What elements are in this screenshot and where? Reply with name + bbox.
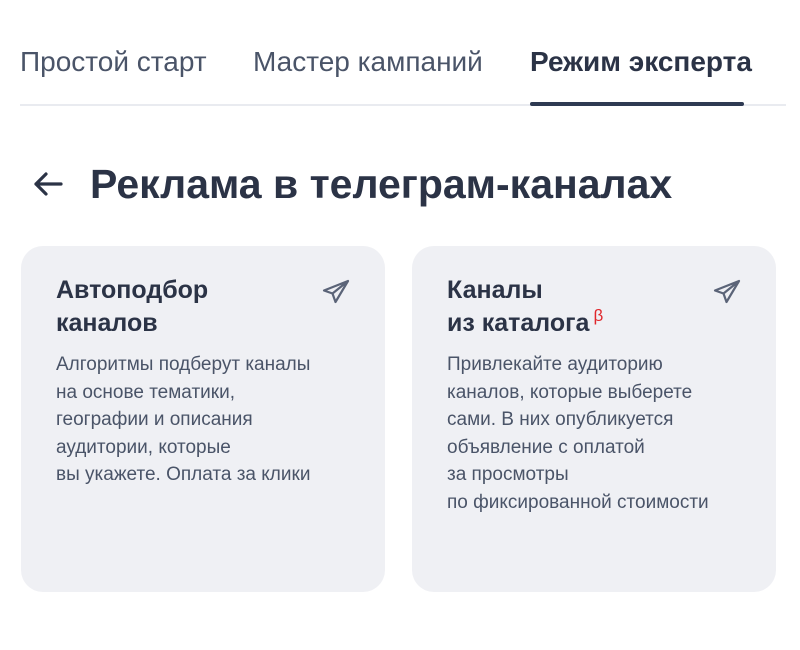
card-description-line: географии и описания [56,409,253,430]
page-title: Реклама в телеграм-каналах [90,161,673,207]
card-description-line: каналов, которые выберете [447,381,693,403]
telegram-icon [322,279,350,304]
card-title: Каналы из каталога β [447,274,707,342]
active-tab-indicator [530,102,744,106]
telegram-icon [713,279,741,304]
card-title: Автоподбор каналов [56,274,316,340]
card-description-line: Алгоритмы подберут каналы [56,354,311,375]
card-description-line: объявление с оплатой [447,436,645,458]
beta-badge: β [593,306,604,325]
card-catalog-channels[interactable]: Каналы из каталога β Привлекайте аудитори… [412,246,776,592]
card-description-line: сами. В них опубликуется [447,409,674,430]
card-description-line: вы укажете. Оплата за клики [56,464,311,485]
arrow-left-icon [34,172,63,196]
card-description: Алгоритмы подберут каналы на основе тема… [56,351,376,489]
card-title-line: каналов [56,309,158,337]
tab-simple-start[interactable]: Простой старт [20,44,207,80]
card-description-line: за просмотры [447,464,569,485]
card-description-line: по фиксированной стоимости [447,491,709,513]
tab-expert-mode[interactable]: Режим эксперта [530,44,752,80]
tab-campaign-wizard[interactable]: Мастер кампаний [253,44,483,80]
card-description-line: на основе тематики, [56,381,235,403]
card-description: Привлекайте аудиторию каналов, которые в… [447,351,767,516]
card-description-line: аудитории, которые [56,436,231,458]
back-button[interactable] [30,166,66,202]
card-title-line-with-badge: из каталога β [447,306,707,342]
card-title-line: Автоподбор [56,276,209,304]
card-auto-selection[interactable]: Автоподбор каналов Алгоритмы подберут ка… [21,246,385,592]
mode-tabs: Простой старт Мастер кампаний Режим эксп… [0,0,786,106]
card-title-line: из каталога [447,309,590,337]
card-title-line: Каналы [447,276,543,304]
card-description-line: Привлекайте аудиторию [447,354,663,375]
